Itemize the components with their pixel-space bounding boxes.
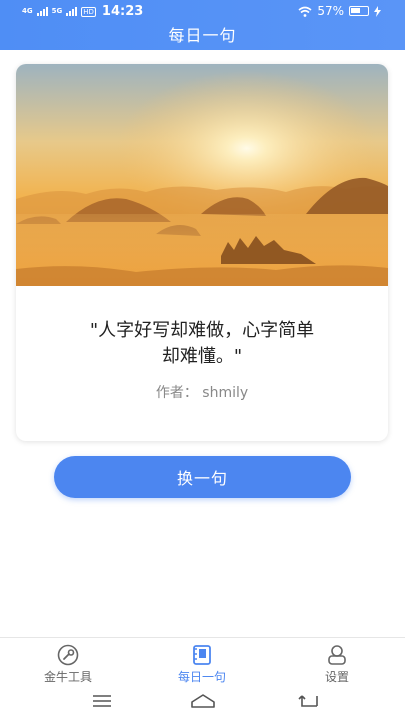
book-icon <box>193 645 211 665</box>
signal-icon-2 <box>66 7 78 16</box>
tab-daily-quote[interactable]: 每日一句 <box>162 644 242 686</box>
signal-icon <box>36 7 48 16</box>
settings-icon <box>328 645 346 665</box>
app-header: 4G 5G HD 14:23 57% 每日一句 <box>0 0 405 50</box>
quote-line-2: 却难懂。" <box>161 346 243 367</box>
tab-tools-label: 金牛工具 <box>43 670 92 684</box>
tab-settings-label: 设置 <box>324 670 349 684</box>
next-quote-button[interactable]: 换一句 <box>54 456 351 498</box>
menu-icon[interactable] <box>91 693 113 709</box>
back-icon[interactable] <box>298 693 320 709</box>
tools-icon <box>57 644 79 666</box>
charging-icon <box>374 5 381 17</box>
status-time: 14:23 <box>101 4 144 19</box>
page-title: 每日一句 <box>168 26 237 45</box>
battery-icon <box>349 6 369 16</box>
hd-badge: HD <box>81 6 96 17</box>
home-icon[interactable] <box>190 693 216 709</box>
tab-tools[interactable]: 金牛工具 <box>28 644 108 686</box>
status-bar: 4G 5G HD 14:23 57% <box>0 0 405 24</box>
tab-settings[interactable]: 设置 <box>297 644 377 686</box>
tab-daily-quote-label: 每日一句 <box>177 670 226 684</box>
quote-line-1: "人字好写却难做，心字简单 <box>89 320 315 341</box>
quote-image <box>16 64 388 286</box>
network-4g-label: 4G <box>22 7 33 15</box>
battery-percent: 57% <box>317 4 344 18</box>
system-nav-bar <box>0 687 405 720</box>
wifi-icon <box>298 6 312 17</box>
status-bar-left: 4G 5G HD 14:23 <box>22 4 143 19</box>
network-5g-label: 5G <box>51 7 63 15</box>
quote-text: "人字好写却难做，心字简单 却难懂。" <box>46 318 358 370</box>
bottom-tab-bar: 金牛工具 每日一句 设置 <box>0 637 405 687</box>
quote-card: "人字好写却难做，心字简单 却难懂。" 作者： shmily <box>16 64 388 441</box>
status-bar-right: 57% <box>298 4 381 18</box>
quote-author: 作者： shmily <box>155 385 249 401</box>
